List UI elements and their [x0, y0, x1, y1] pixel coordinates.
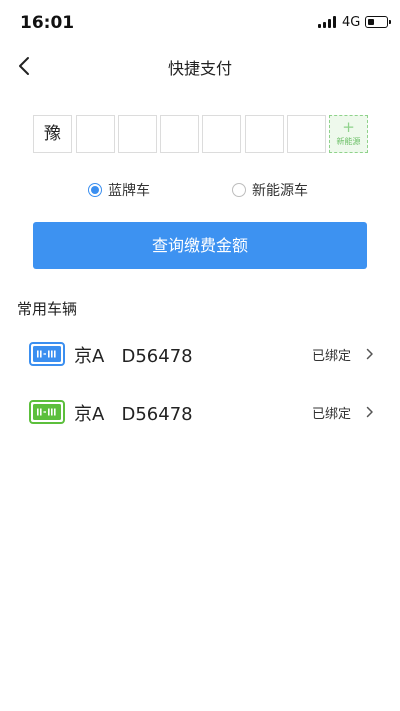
radio-label: 新能源车	[252, 183, 308, 199]
query-fee-button[interactable]: 查询缴费金额	[33, 222, 367, 269]
plate-char-box-4[interactable]	[202, 115, 241, 153]
plate-char-box-3[interactable]	[160, 115, 199, 153]
battery-icon	[365, 16, 391, 28]
radio-circle-icon	[88, 183, 102, 197]
plate-char-box-6[interactable]	[287, 115, 326, 153]
radio-new-energy[interactable]: 新能源车	[232, 177, 332, 203]
plate-input-row: 豫 + 新能源	[33, 115, 373, 153]
plate-char-box-5[interactable]	[245, 115, 284, 153]
signal-icon	[318, 16, 338, 28]
chevron-right-icon	[366, 406, 373, 418]
new-energy-label: 新能源	[336, 137, 361, 146]
bind-status: 已绑定	[312, 349, 352, 364]
blue-plate-icon	[29, 342, 65, 366]
page-title: 快捷支付	[167, 59, 232, 78]
status-bar: 16:01 4G	[0, 0, 400, 46]
plate-province-box[interactable]: 豫	[33, 115, 72, 153]
section-title: 常用车辆	[17, 300, 78, 318]
vehicle-plate: 京A D56478	[74, 346, 193, 367]
green-plate-icon	[29, 400, 65, 424]
radio-label: 蓝牌车	[108, 183, 150, 199]
status-time: 16:01	[20, 13, 75, 33]
plus-icon: +	[342, 118, 355, 136]
radio-blue-plate[interactable]: 蓝牌车	[88, 177, 168, 203]
new-energy-char-box[interactable]: + 新能源	[329, 115, 368, 153]
vehicle-item[interactable]: 京A D56478 已绑定	[0, 392, 400, 432]
nav-bar: 快捷支付	[0, 46, 400, 86]
network-label: 4G	[342, 15, 361, 30]
radio-circle-icon	[232, 183, 246, 197]
bind-status: 已绑定	[312, 407, 352, 422]
battery-level	[367, 18, 375, 25]
plate-char-box-2[interactable]	[118, 115, 157, 153]
chevron-right-icon	[366, 348, 373, 360]
vehicle-plate: 京A D56478	[74, 404, 193, 425]
plate-char-box-1[interactable]	[76, 115, 115, 153]
vehicle-item[interactable]: 京A D56478 已绑定	[0, 334, 400, 374]
plate-type-radio-group: 蓝牌车 新能源车	[0, 177, 400, 203]
